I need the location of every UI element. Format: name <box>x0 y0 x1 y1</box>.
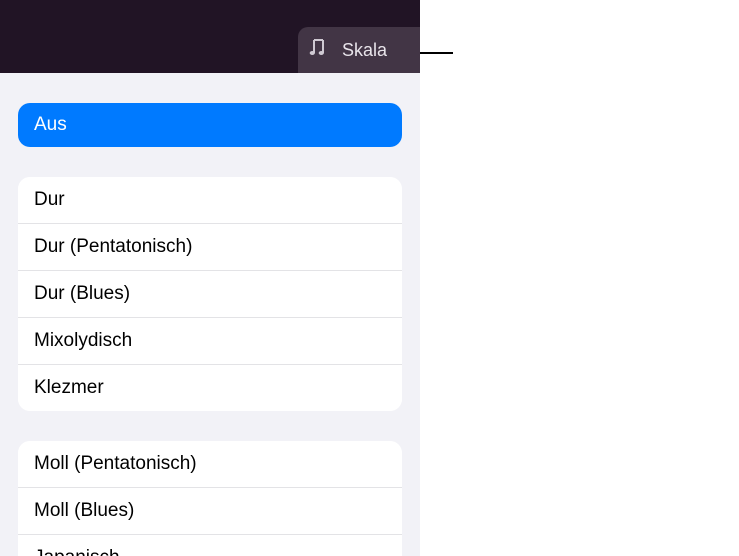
scale-off-button[interactable]: Aus <box>18 103 402 147</box>
callout-line <box>420 52 453 54</box>
scale-tab[interactable]: Skala <box>298 27 420 73</box>
scale-group-minor: Moll (Pentatonisch) Moll (Blues) Japanis… <box>18 441 402 556</box>
scale-item-dur-blues[interactable]: Dur (Blues) <box>18 270 402 317</box>
scale-item-moll-pentatonic[interactable]: Moll (Pentatonisch) <box>18 441 402 487</box>
scale-group-major: Dur Dur (Pentatonisch) Dur (Blues) Mixol… <box>18 177 402 411</box>
scale-item-moll-blues[interactable]: Moll (Blues) <box>18 487 402 534</box>
scale-panel: Aus Dur Dur (Pentatonisch) Dur (Blues) M… <box>0 73 420 556</box>
scale-item-mixolydian[interactable]: Mixolydisch <box>18 317 402 364</box>
quantize-notes-icon <box>308 36 342 65</box>
scale-item-dur[interactable]: Dur <box>18 177 402 223</box>
scale-item-japanese[interactable]: Japanisch <box>18 534 402 556</box>
app-header: Skala <box>0 0 420 73</box>
scale-tab-label: Skala <box>342 40 387 61</box>
scale-item-dur-pentatonic[interactable]: Dur (Pentatonisch) <box>18 223 402 270</box>
scale-item-klezmer[interactable]: Klezmer <box>18 364 402 411</box>
